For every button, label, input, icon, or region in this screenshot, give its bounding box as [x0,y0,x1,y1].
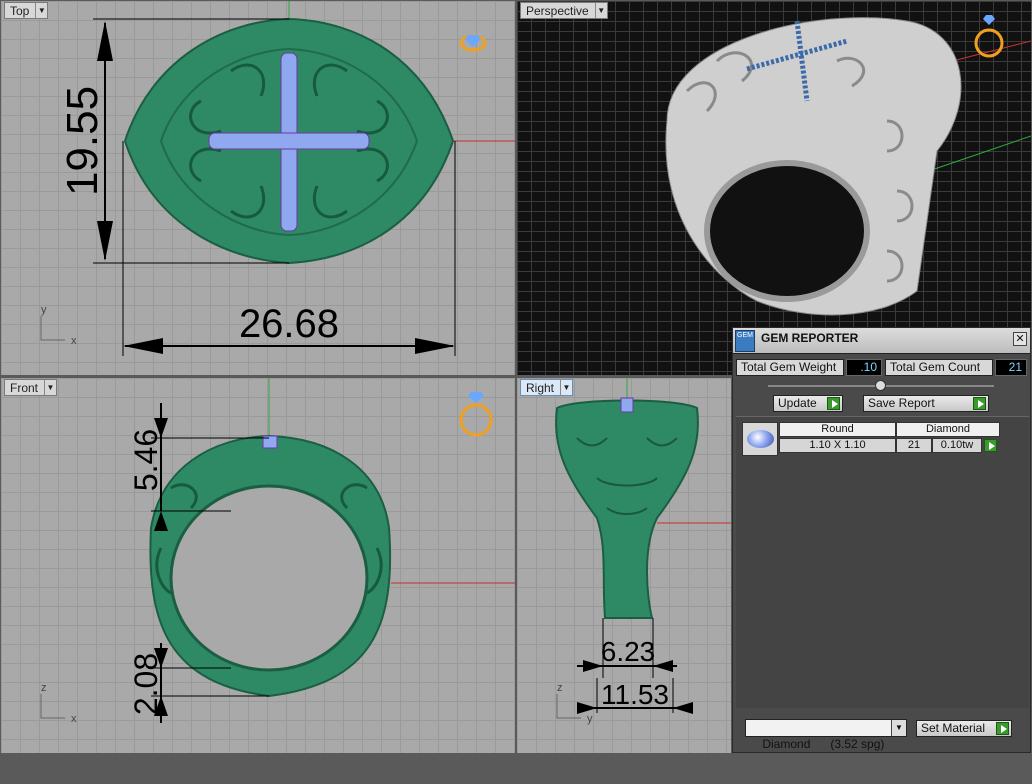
ring-nav-icon [459,392,493,437]
viewport-label: Front [10,380,39,395]
axis-y-label: y [587,713,593,725]
perspective-canvas [665,15,1031,316]
ring-nav-icon [459,34,487,52]
chevron-down-icon[interactable]: ▼ [44,380,56,395]
dim-bottom: 2.08 [128,653,164,715]
total-gem-weight-value: .10 [846,359,882,376]
set-material-button[interactable]: Set Material [916,720,1012,737]
gem-weight-cell: 0.10tw [932,438,982,453]
gem-list-row[interactable]: Round Diamond 1.10 X 1.10 21 0.10tw [742,422,1002,456]
viewport-tab-front[interactable]: Front ▼ [4,379,58,396]
viewport-tab-perspective[interactable]: Perspective ▼ [520,2,608,19]
material-select-value: Diamond (3.52 spg) [762,737,885,751]
gem-reporter-panel: GEM GEM REPORTER ✕ Total Gem Weight .10 … [732,327,1031,753]
gem-reporter-titlebar[interactable]: GEM GEM REPORTER ✕ [733,328,1030,354]
viewport-front[interactable]: Front ▼ 5.46 2.08 z x [1,378,515,753]
chevron-down-icon: ▼ [891,720,906,736]
play-icon[interactable] [984,439,997,452]
play-icon [973,397,986,410]
gem-list: Round Diamond 1.10 X 1.10 21 0.10tw [736,416,1029,708]
right-view-canvas: 6.23 11.53 z y [555,378,731,725]
viewport-top[interactable]: Top ▼ 19.55 26.68 y x [1,1,515,375]
axis-y-label: y [41,304,47,316]
viewport-perspective[interactable]: Perspective ▼ [517,1,1031,375]
gem-right [620,397,634,413]
play-icon [827,397,840,410]
dim-width: 26.68 [239,302,339,346]
axis-z-label: z [557,682,563,694]
update-button[interactable]: Update [773,395,843,412]
ring-shape-right [555,399,699,619]
viewport-label: Top [10,3,30,18]
gem-reporter-title: GEM REPORTER [761,331,859,345]
dim-top: 5.46 [128,429,164,491]
gem-count-cell: 21 [896,438,932,453]
chevron-down-icon[interactable]: ▼ [35,3,47,18]
material-select[interactable]: Diamond (3.52 spg) ▼ [745,719,907,751]
total-gem-count-label: Total Gem Count [885,359,993,376]
gem-size-cell: 1.10 X 1.10 [779,438,896,453]
play-icon [996,722,1009,735]
viewport-label: Right [526,380,555,395]
axis-x-label: x [71,713,77,725]
close-icon[interactable]: ✕ [1013,332,1027,346]
update-button-label: Update [778,396,817,410]
axis-z-label: z [41,682,47,694]
viewport-tab-top[interactable]: Top ▼ [4,2,49,19]
total-gem-count-value: 21 [995,359,1027,376]
gem-cross-horizontal [208,132,370,150]
chevron-down-icon[interactable]: ▼ [560,380,572,395]
viewport-right[interactable]: Right ▼ 6.23 11.53 z y [517,378,731,753]
gem-shape-header: Round [779,422,896,437]
dim-height: 19.55 [58,86,107,196]
total-gem-weight-label: Total Gem Weight [736,359,844,376]
viewport-label: Perspective [526,3,589,18]
chevron-down-icon[interactable]: ▼ [594,3,607,18]
gem-reporter-logo-icon: GEM [735,330,755,352]
axis-x-label: x [71,335,77,347]
dim-inner: 6.23 [601,636,656,667]
ring-hole-front [169,484,369,672]
dim-outer: 11.53 [601,679,669,710]
save-report-button-label: Save Report [868,396,935,410]
top-view-canvas: 19.55 26.68 y x [40,1,515,356]
gem-material-header: Diamond [896,422,1000,437]
round-gem-icon [742,422,778,456]
save-report-button[interactable]: Save Report [863,395,989,412]
viewport-tab-right[interactable]: Right ▼ [520,379,574,396]
set-material-button-label: Set Material [921,721,986,735]
splitter-handle-icon[interactable] [875,380,886,391]
front-view-canvas: 5.46 2.08 z x [40,378,515,725]
